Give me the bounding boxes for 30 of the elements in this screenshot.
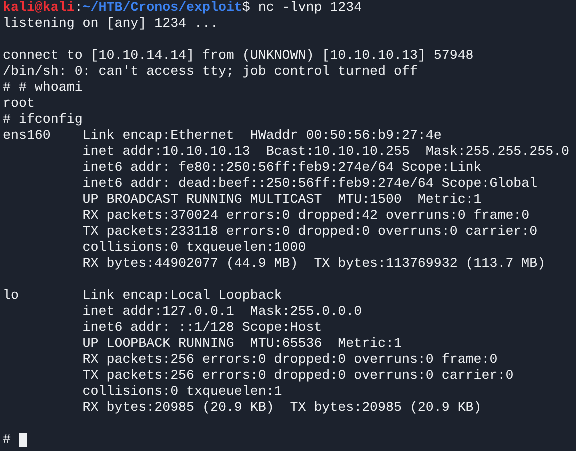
output-line: RX packets:370024 errors:0 dropped:42 overruns:0 frame:0	[82, 208, 530, 224]
output-line: collisions:0 txqueuelen:1000	[82, 240, 306, 256]
output-line: connect to [10.10.14.14] from (UNKNOWN) [10.10.10.13] 57948	[3, 48, 474, 64]
prompt-user: kali@kali	[3, 0, 75, 16]
output-line: collisions:0 txqueuelen:1	[82, 384, 282, 400]
output-line: root	[3, 96, 35, 112]
prompt-path: ~/HTB/Cronos/exploit	[82, 0, 242, 16]
output-line: listening on [any] 1234 ...	[3, 16, 218, 32]
output-line: # ifconfig	[3, 112, 83, 128]
output-line: TX packets:233118 errors:0 dropped:0 overruns:0 carrier:0	[82, 224, 538, 240]
prompt-separator: :	[74, 0, 83, 16]
command-text: nc -lvnp 1234	[257, 0, 362, 16]
prompt-symbol: $	[242, 0, 250, 16]
output-line: inet addr:10.10.10.13 Bcast:10.10.10.255 Mask:255.255.255.0	[82, 144, 570, 160]
output-line: ens160 Link encap:Ethernet HWaddr 00:50:56:b9:27:4e	[3, 128, 442, 144]
output-line: inet6 addr: fe80::250:56ff:feb9:274e/64 Scope:Link	[82, 160, 482, 176]
output-line: RX packets:256 errors:0 dropped:0 overruns:0 frame:0	[82, 352, 498, 368]
output-line: inet addr:127.0.0.1 Mask:255.0.0.0	[82, 304, 362, 320]
shell-prompt: #	[3, 432, 11, 448]
output-line: inet6 addr: dead:beef::250:56ff:feb9:274e/64 Scope:Global	[82, 176, 538, 192]
text-cursor	[18, 433, 27, 447]
output-line: lo Link encap:Local Loopback	[3, 288, 282, 304]
output-line: UP BROADCAST RUNNING MULTICAST MTU:1500 Metric:1	[82, 192, 482, 208]
output-line: inet6 addr: ::1/128 Scope:Host	[82, 320, 322, 336]
output-line: RX bytes:44902077 (44.9 MB) TX bytes:113769932 (113.7 MB)	[82, 256, 546, 272]
output-line: RX bytes:20985 (20.9 KB) TX bytes:20985 (20.9 KB)	[82, 400, 482, 416]
output-line: # # whoami	[3, 80, 83, 96]
output-line: TX packets:256 errors:0 dropped:0 overruns:0 carrier:0	[82, 368, 514, 384]
output-line: UP LOOPBACK RUNNING MTU:65536 Metric:1	[82, 336, 402, 352]
output-line: /bin/sh: 0: can't access tty; job control turned off	[3, 64, 418, 80]
